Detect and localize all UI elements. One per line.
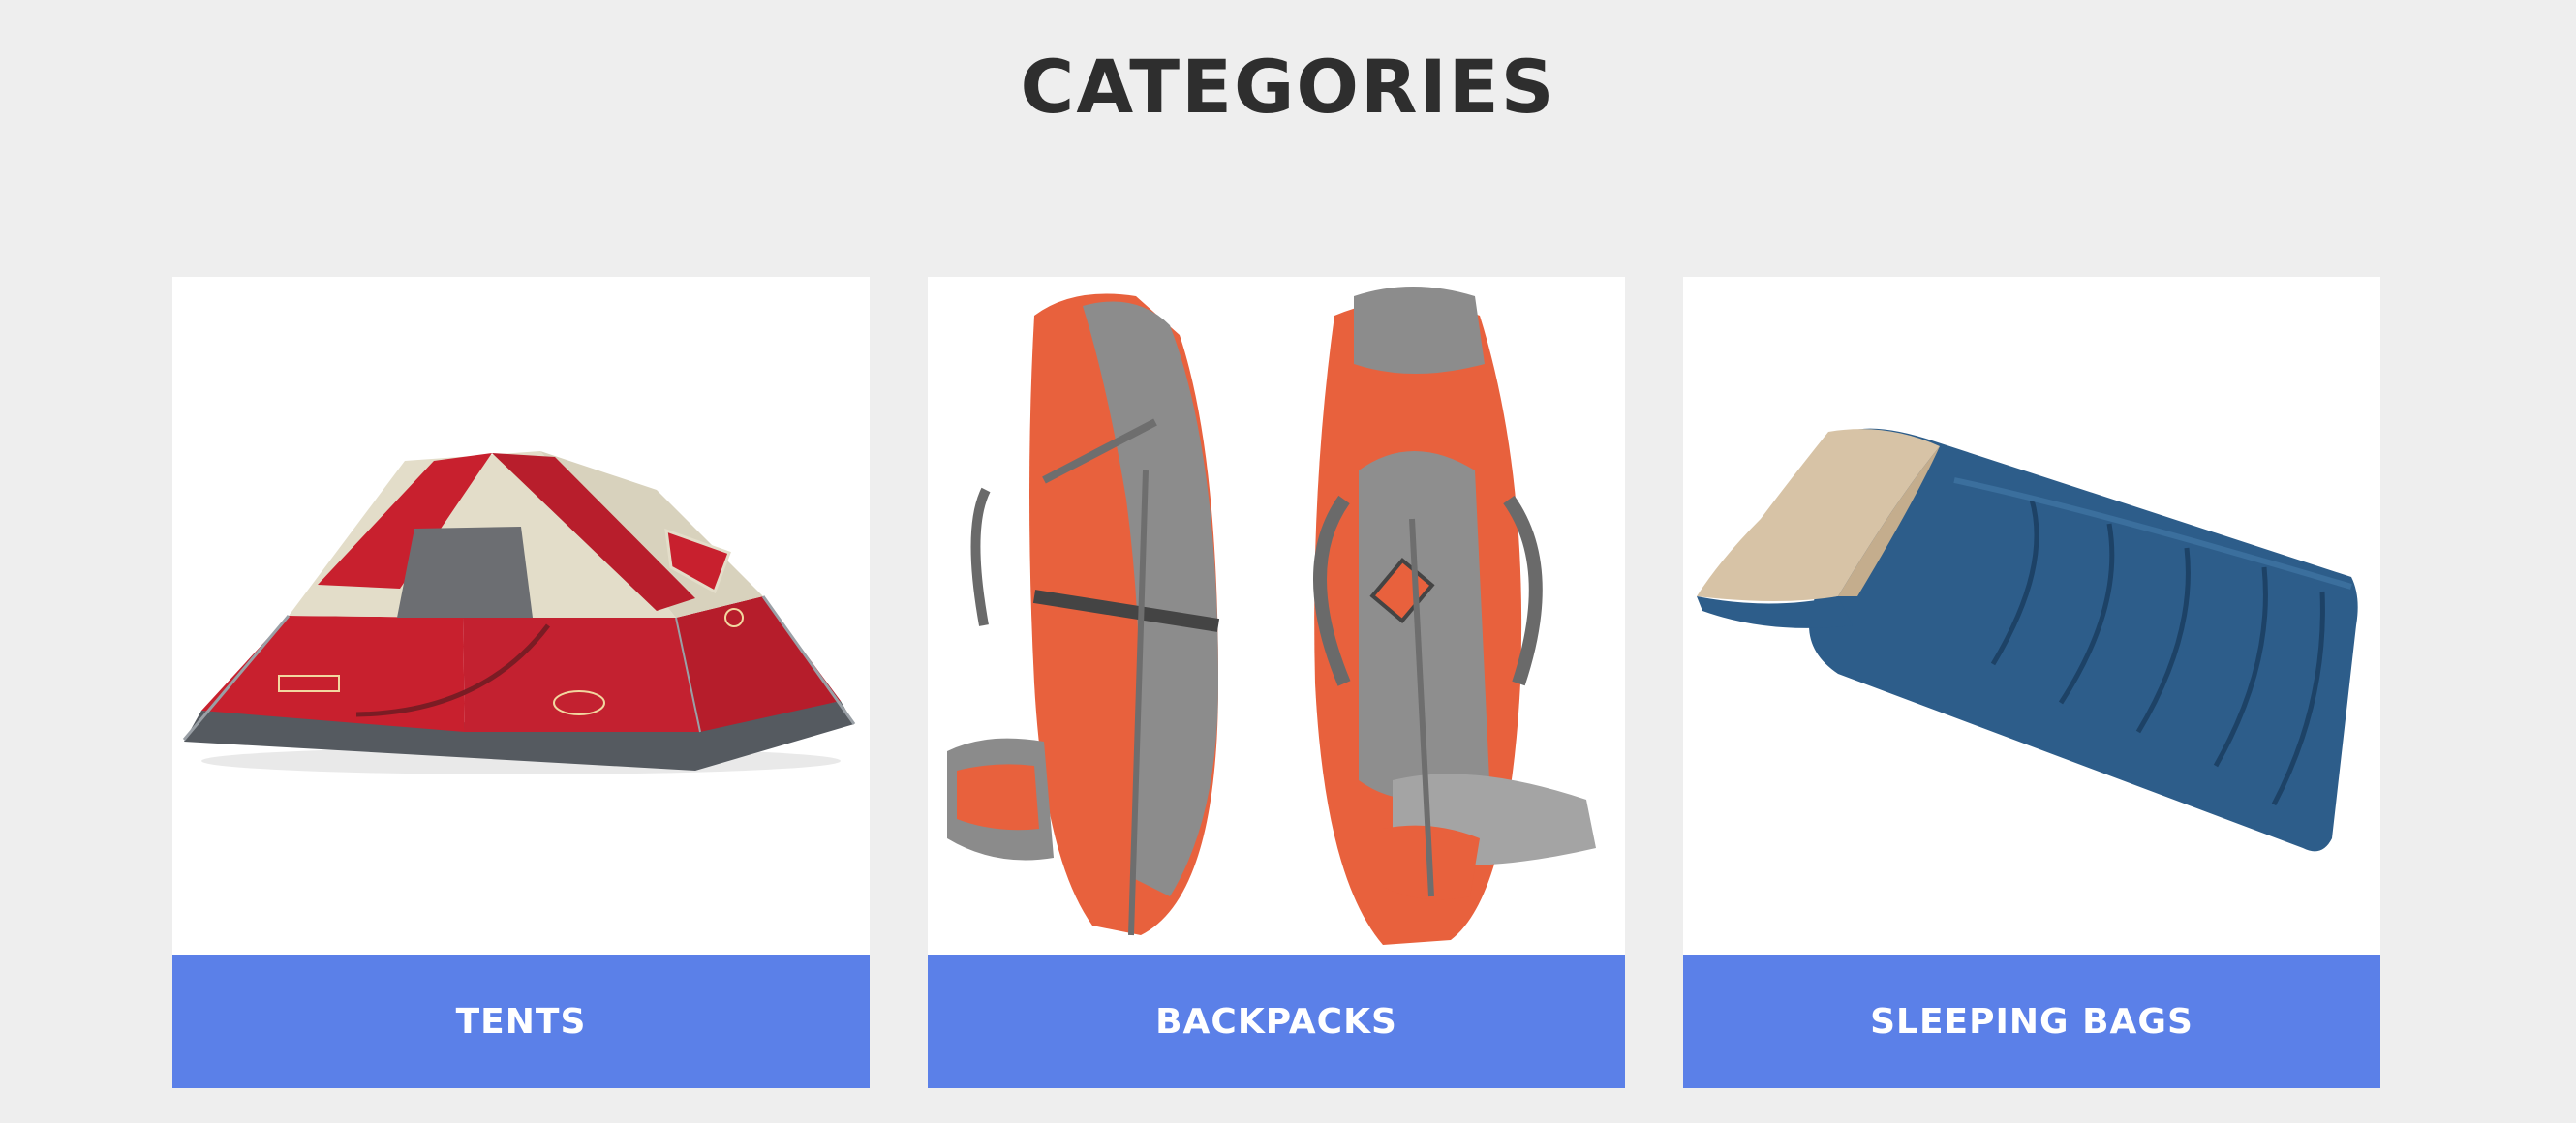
category-card-backpacks[interactable]: BACKPACKS: [928, 277, 1625, 1088]
tent-image[interactable]: [172, 277, 870, 955]
category-card-sleeping-bags[interactable]: SLEEPING BAGS: [1683, 277, 2380, 1088]
category-label-tents[interactable]: TENTS: [172, 955, 870, 1088]
category-label-backpacks[interactable]: BACKPACKS: [928, 955, 1625, 1088]
sleeping-bag-image[interactable]: [1683, 277, 2380, 955]
page-title: CATEGORIES: [1020, 44, 1556, 130]
backpack-image[interactable]: [928, 277, 1625, 955]
category-card-tents[interactable]: TENTS: [172, 277, 870, 1088]
category-grid: TENTS BACKPACKS SLEEPING BAGS: [172, 277, 2380, 1088]
category-label-sleeping-bags[interactable]: SLEEPING BAGS: [1683, 955, 2380, 1088]
